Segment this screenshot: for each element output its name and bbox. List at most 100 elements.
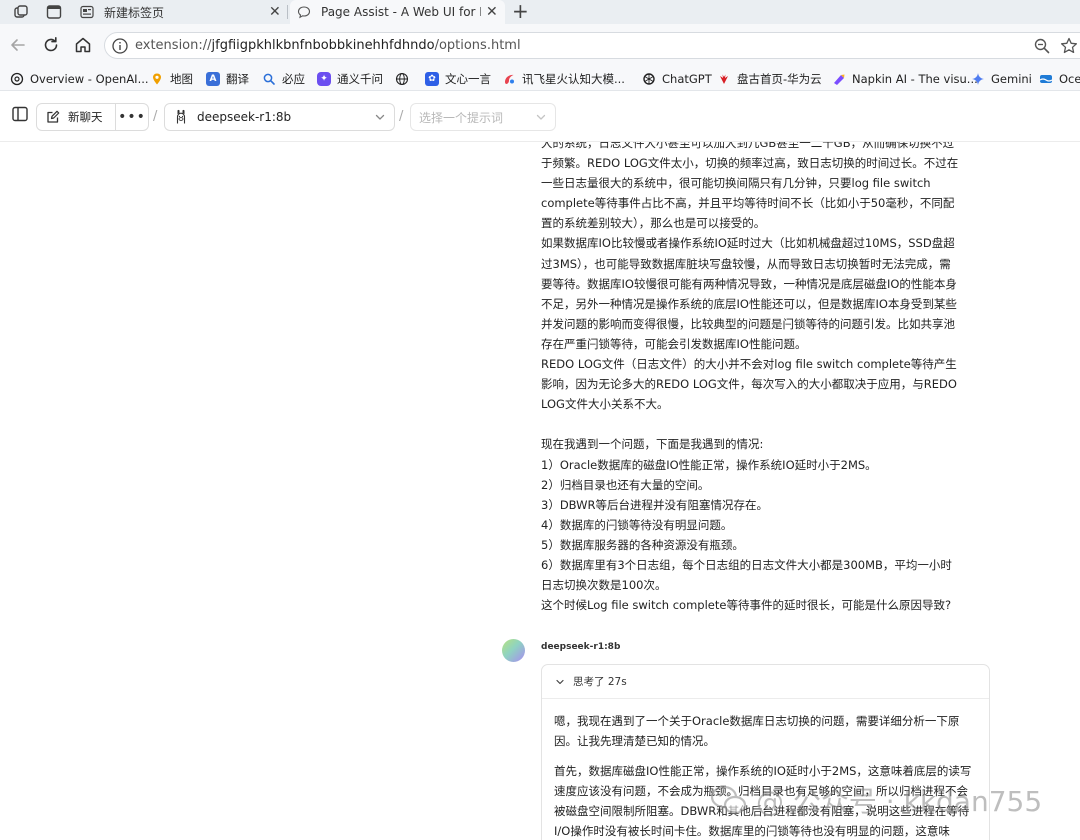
bot-name: deepseek-r1:8b	[541, 642, 621, 652]
bookmark-globe[interactable]	[395, 69, 415, 88]
list-item: 1）Oracle数据库的磁盘IO性能正常，操作系统IO延时小于2MS。	[541, 457, 877, 472]
edit-icon	[47, 110, 60, 123]
bookmark-wenxin[interactable]: ✿ 文心一言	[425, 69, 491, 88]
bookmark-label: 必应	[282, 71, 305, 86]
thinking-duration: 思考了 27s	[573, 676, 627, 688]
close-icon[interactable]: ✕	[269, 4, 281, 20]
bookmark-ocean[interactable]: Ocea	[1039, 69, 1080, 88]
thinking-toggle[interactable]: 思考了 27s	[542, 665, 989, 699]
watermark: @ 公众号 · kkdan755	[708, 780, 1042, 820]
model-name: deepseek-r1:8b	[197, 110, 292, 124]
vertical-tabs-icon[interactable]	[45, 3, 63, 21]
favorite-star-icon[interactable]	[1059, 36, 1079, 56]
new-tab-button[interactable]: +	[512, 0, 529, 22]
chevron-down-icon	[375, 114, 385, 120]
bookmark-xunfei[interactable]: 讯飞星火认知大模...	[502, 69, 625, 88]
home-icon[interactable]	[73, 35, 93, 55]
navigation-bar: extension://jfgfiigpkhlkbnfnbobbkinehhfd…	[0, 24, 1080, 66]
map-pin-icon	[153, 73, 161, 84]
wenxin-icon: ✿	[425, 71, 439, 86]
bookmark-translate[interactable]: A 翻译	[206, 69, 249, 88]
napkin-icon	[834, 74, 845, 85]
address-bar[interactable]: extension://jfgfiigpkhlkbnfnbobbkinehhfd…	[104, 32, 1080, 59]
tab-divider	[287, 5, 288, 19]
chat-area: 大的系统，日志文件大小甚至可以加大到几GB甚至一二十GB，从而确保切换不过于频繁…	[0, 142, 1080, 840]
new-chat-button[interactable]: 新聊天	[36, 103, 116, 131]
url-text: extension://jfgfiigpkhlkbnfnbobbkinehhfd…	[135, 38, 521, 53]
bookmarks-bar: Overview - OpenAI... 地图 A 翻译 必应 ✦ 通义千问 ✿…	[0, 66, 1080, 91]
chevron-down-icon	[556, 679, 564, 684]
bookmark-label: ChatGPT	[662, 71, 712, 86]
bookmark-label: 翻译	[226, 71, 249, 86]
message-paragraph: 这个时候Log file switch complete等待事件的延时很长，可能…	[541, 598, 952, 613]
ollama-llama-icon	[176, 109, 186, 124]
sidebar-toggle-icon[interactable]	[11, 105, 29, 123]
new-tab-page-icon	[80, 5, 94, 19]
tab-title: 新建标签页	[104, 5, 165, 20]
message-paragraph: 现在我遇到一个问题，下面是我遇到的情况:	[541, 437, 764, 452]
app-header: 新聊天 ••• / deepseek-r1:8b / 选择一个提示词	[0, 92, 1080, 142]
tongyi-icon: ✦	[317, 71, 331, 86]
chat-bubble-icon	[297, 6, 311, 19]
huawei-icon	[720, 74, 728, 84]
url-host: jfgfiigpkhlkbnfnbobbkinehhfdhndo	[211, 38, 435, 53]
message-paragraph: 大的系统，日志文件大小甚至可以加大到几GB甚至一二十GB，从而确保切换不过于频繁…	[541, 142, 959, 231]
tab-title: Page Assist - A Web UI for Local A	[321, 5, 481, 19]
bookmark-label: Ocea	[1059, 71, 1080, 86]
chevron-down-icon	[536, 114, 546, 120]
prompt-placeholder: 选择一个提示词	[419, 110, 504, 125]
xunfei-icon	[505, 74, 514, 84]
list-item: 5）数据库服务器的各种资源没有瓶颈。	[541, 537, 744, 552]
bookmark-openai[interactable]: Overview - OpenAI...	[10, 69, 149, 88]
bookmark-gemini[interactable]: Gemini	[971, 69, 1032, 88]
tab-strip: 新建标签页 ✕ Page Assist - A Web UI for Local…	[0, 0, 1080, 24]
bookmark-map[interactable]: 地图	[150, 69, 193, 88]
list-item: 2）归档目录也还有大量的空间。	[541, 477, 710, 492]
thinking-paragraph: 嗯，我现在遇到了一个关于Oracle数据库日志切换的问题，需要详细分析一下原因。…	[554, 714, 960, 749]
header-separator: /	[399, 109, 404, 124]
bookmark-label: 通义千问	[337, 71, 383, 86]
bot-avatar	[502, 639, 525, 662]
bookmark-huawei[interactable]: 盘古首页-华为云	[717, 69, 822, 88]
zoom-icon[interactable]	[1033, 37, 1051, 55]
gemini-icon	[972, 72, 984, 85]
search-icon	[263, 73, 275, 85]
message-paragraph: REDO LOG文件（日志文件）的大小并不会对log file switch c…	[541, 357, 957, 412]
new-chat-label: 新聊天	[68, 110, 103, 124]
site-info-icon[interactable]	[111, 37, 129, 55]
bookmark-bing[interactable]: 必应	[262, 69, 305, 88]
url-path: /options.html	[434, 38, 521, 53]
bookmark-label: Gemini	[991, 71, 1032, 86]
user-message: 大的系统，日志文件大小甚至可以加大到几GB甚至一二十GB，从而确保切换不过于频繁…	[541, 142, 961, 615]
bookmark-label: 讯飞星火认知大模...	[522, 71, 625, 86]
back-arrow-icon[interactable]	[8, 35, 28, 55]
workspaces-icon[interactable]	[12, 3, 30, 21]
tab-page-assist[interactable]: Page Assist - A Web UI for Local A ✕	[290, 0, 505, 24]
globe-icon	[395, 72, 409, 85]
watermark-text: @ 公众号 · kkdan755	[756, 785, 1043, 818]
bookmark-napkin[interactable]: Napkin AI - The visu...	[832, 69, 978, 88]
bookmark-label: 文心一言	[445, 71, 491, 86]
model-select[interactable]: deepseek-r1:8b	[164, 103, 395, 131]
translate-icon: A	[206, 71, 220, 86]
list-item: 3）DBWR等后台进程并没有阻塞情况存在。	[541, 497, 769, 512]
bookmark-label: 地图	[170, 71, 193, 86]
bookmark-chatgpt[interactable]: ChatGPT	[642, 69, 712, 88]
url-prefix: extension://	[135, 38, 212, 53]
openai-icon	[10, 72, 24, 85]
prompt-select[interactable]: 选择一个提示词	[410, 103, 556, 131]
refresh-icon[interactable]	[41, 35, 61, 55]
message-paragraph: 如果数据库IO比较慢或者操作系统IO延时过大（比如机械盘超过10MS，SSD盘超…	[541, 236, 957, 351]
bookmark-tongyi[interactable]: ✦ 通义千问	[317, 69, 383, 88]
close-icon[interactable]: ✕	[486, 4, 498, 20]
ocean-icon	[1039, 74, 1053, 83]
more-options-button[interactable]: •••	[115, 103, 149, 131]
header-separator: /	[153, 109, 158, 124]
tab-new-tab[interactable]: 新建标签页 ✕	[72, 0, 286, 24]
bookmark-label: Napkin AI - The visu...	[852, 71, 978, 86]
chatgpt-icon	[643, 72, 655, 85]
more-dots-icon: •••	[118, 109, 146, 125]
list-item: 6）数据库里有3个日志组，每个日志组的日志文件大小都是300MB，平均一小时日志…	[541, 557, 952, 593]
bookmark-label: Overview - OpenAI...	[30, 71, 149, 86]
